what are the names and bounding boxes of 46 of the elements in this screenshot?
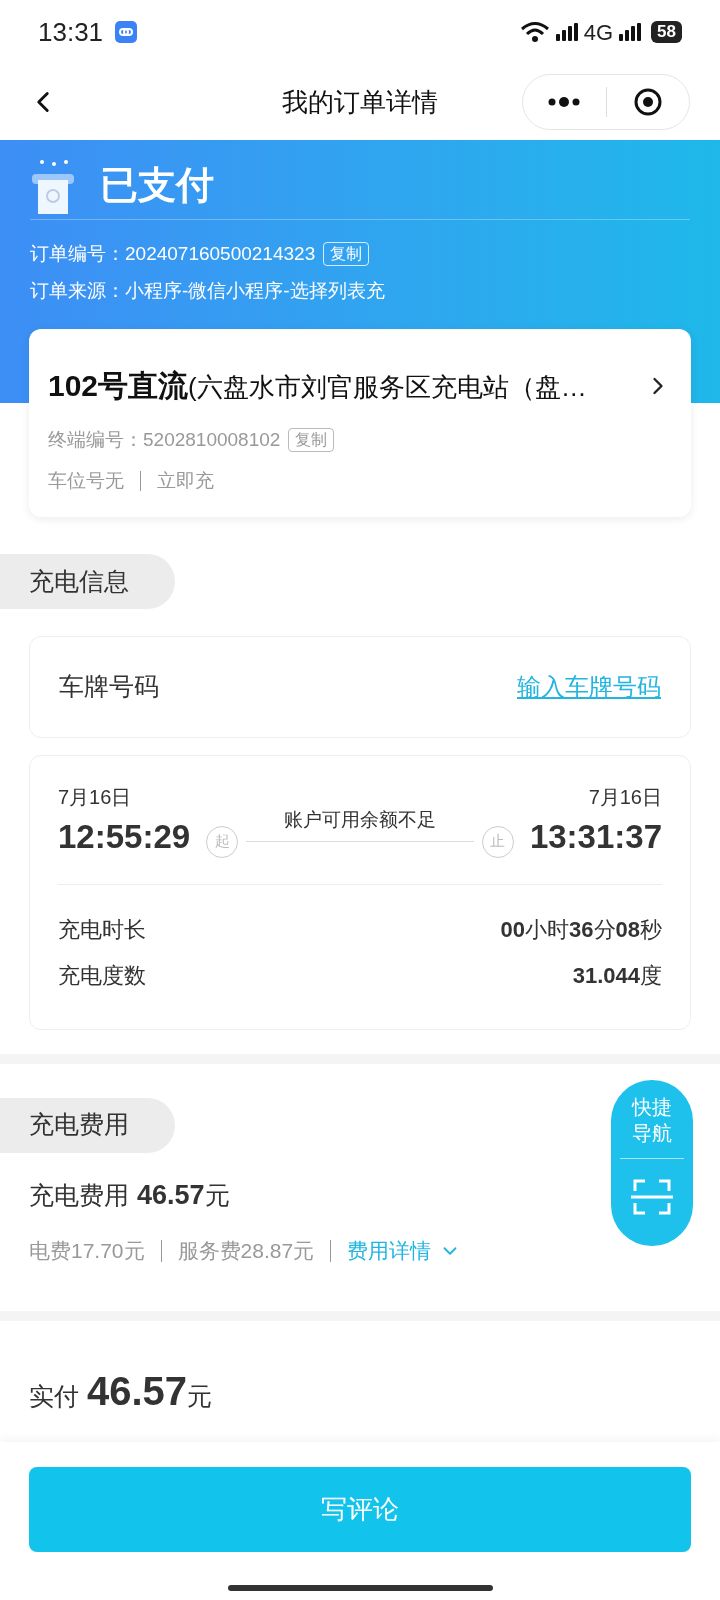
currency-unit: 元 bbox=[187, 1380, 213, 1412]
payment-status: 已支付 bbox=[100, 163, 214, 208]
stat-value: 31.044度 bbox=[572, 962, 662, 990]
signal-icon bbox=[555, 23, 578, 41]
status-time: 13:31 bbox=[38, 15, 104, 49]
end-time: 13:31:37 bbox=[529, 817, 662, 857]
target-icon bbox=[633, 88, 662, 116]
order-source: 小程序-微信小程序-选择列表充 bbox=[125, 278, 385, 303]
end-date: 7月16日 bbox=[588, 785, 662, 810]
battery-level: 58 bbox=[651, 21, 682, 43]
order-source-label: 订单来源： bbox=[30, 278, 125, 303]
stop-reason: 账户可用余额不足 bbox=[284, 807, 436, 832]
electricity-fee: 电费17.70元 bbox=[29, 1238, 145, 1264]
fee-details-toggle[interactable]: 费用详情 bbox=[347, 1235, 462, 1267]
station-name: 102号直流(六盘水市刘官服务区充电站（盘… bbox=[48, 368, 587, 404]
stat-value: 00小时36分08秒 bbox=[500, 916, 662, 944]
terminal-label: 终端编号： bbox=[48, 428, 143, 452]
copy-button[interactable]: 复制 bbox=[288, 428, 335, 453]
stat-label: 充电时长 bbox=[58, 916, 146, 944]
station-card[interactable]: 102号直流(六盘水市刘官服务区充电站（盘… 终端编号：5202810008102 复制 车位号无 立即充 bbox=[29, 329, 691, 517]
fee-total-label: 充电费用 bbox=[29, 1179, 129, 1211]
link-app-icon bbox=[115, 21, 138, 43]
quick-nav-button[interactable]: 快捷导航 bbox=[611, 1079, 693, 1246]
start-time: 12:55:29 bbox=[58, 817, 191, 857]
quick-nav-label: 快捷导航 bbox=[631, 1094, 673, 1146]
page-title: 我的订单详情 bbox=[282, 85, 438, 119]
plate-label: 车牌号码 bbox=[59, 671, 159, 703]
terminal-number: 5202810008102 bbox=[143, 428, 281, 452]
charge-mode: 立即充 bbox=[157, 468, 214, 493]
order-number: 202407160500214323 bbox=[125, 242, 316, 266]
enter-plate-link[interactable]: 输入车牌号码 bbox=[517, 669, 661, 705]
stat-label: 充电度数 bbox=[58, 962, 146, 990]
signal-icon bbox=[619, 23, 642, 41]
fee-total-amount: 46.57 bbox=[137, 1178, 205, 1212]
currency-unit: 元 bbox=[204, 1179, 230, 1211]
order-number-label: 订单编号： bbox=[30, 242, 125, 266]
network-type: 4G bbox=[583, 18, 614, 47]
paid-amount: 46.57 bbox=[87, 1367, 188, 1415]
start-date: 7月16日 bbox=[58, 785, 133, 810]
write-review-button[interactable]: 写评论 bbox=[29, 1467, 691, 1552]
wifi-icon bbox=[519, 21, 550, 43]
paid-label: 实付 bbox=[29, 1380, 79, 1412]
service-fee: 服务费28.87元 bbox=[177, 1238, 315, 1264]
parking-space: 车位号无 bbox=[48, 468, 124, 493]
copy-button[interactable]: 复制 bbox=[323, 242, 370, 267]
more-icon bbox=[547, 97, 582, 107]
